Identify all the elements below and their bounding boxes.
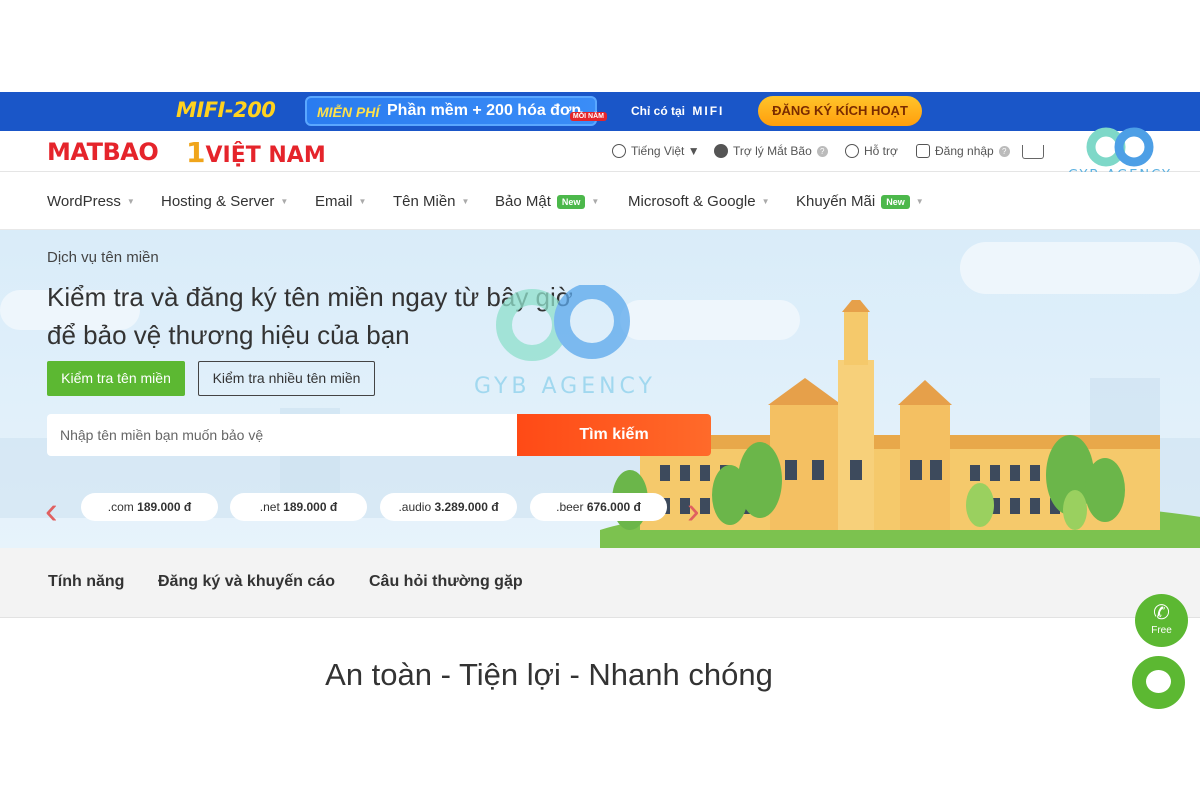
main-nav: WordPress ▼ Hosting & Server ▼ Email ▼ Tên … [0, 172, 1200, 230]
language-selector[interactable]: Tiếng Việt ▼ [612, 144, 700, 158]
check-domain-button[interactable]: Kiểm tra tên miền [47, 361, 185, 396]
promo-banner[interactable]: MIFI-200 MIỄN PHÍ Phần mềm + 200 hóa đơn… [0, 92, 1200, 131]
nav-label: Khuyến Mãi [796, 193, 876, 210]
new-badge: New [881, 194, 910, 209]
nav-label: Tên Miền [393, 193, 456, 210]
domain-price: 189.000 đ [283, 500, 338, 514]
assistant-label: Trợ lý Mắt Bão [733, 144, 812, 158]
price-pill-com[interactable]: .com 189.000 đ [81, 493, 218, 521]
gyb-infinity-icon [1086, 127, 1154, 167]
nav-label: Microsoft & Google [628, 193, 756, 210]
help-icon: ? [816, 145, 828, 157]
chat-bubble-icon [1146, 670, 1171, 693]
top1-number: 1 [186, 136, 206, 169]
domain-ext: .audio [398, 500, 432, 514]
promo-only-brand: MIFI [692, 104, 725, 118]
nav-item-promotions[interactable]: Khuyến Mãi New ▼ [796, 193, 924, 210]
top1-vietnam-logo: 1VIỆT NAM [186, 136, 326, 169]
assistant-link[interactable]: Trợ lý Mắt Bão ? [714, 144, 828, 158]
promo-only-at: Chỉ có tại MIFI [631, 104, 724, 118]
login-link[interactable]: Đăng nhập ? [916, 144, 1010, 158]
nav-item-domain[interactable]: Tên Miền ▼ [393, 193, 469, 210]
language-label: Tiếng Việt ▼ [631, 144, 700, 158]
chat-button[interactable] [1132, 656, 1185, 709]
price-pill-net[interactable]: .net 189.000 đ [230, 493, 367, 521]
top-header: MATBAO 1VIỆT NAM Tiếng Việt ▼ Trợ lý Mắt… [0, 131, 1200, 172]
check-multiple-domains-button[interactable]: Kiểm tra nhiều tên miền [198, 361, 375, 396]
domain-ext: .net [259, 500, 280, 514]
nav-item-wordpress[interactable]: WordPress ▼ [47, 193, 135, 210]
chevron-down-icon: ▼ [358, 197, 367, 206]
user-icon [916, 144, 930, 158]
promo-activate-button[interactable]: ĐĂNG KÝ KÍCH HOẠT [758, 96, 922, 126]
page: MIFI-200 MIỄN PHÍ Phần mềm + 200 hóa đơn… [0, 0, 1200, 800]
feature-tabs: Tính năng Đăng ký và khuyến cáo Câu hỏi … [0, 548, 1200, 618]
call-free-label: Free [1151, 625, 1172, 636]
globe-icon [612, 144, 626, 158]
section-tagline: An toàn - Tiện lợi - Nhanh chóng [325, 657, 773, 692]
nav-item-security[interactable]: Bảo Mật New ▼ [495, 193, 599, 210]
new-badge: New [556, 194, 586, 209]
promo-offer: MIỄN PHÍ Phần mềm + 200 hóa đơn MỖI NĂM [305, 96, 607, 126]
domain-ext: .com [107, 500, 134, 514]
search-button[interactable]: Tìm kiếm [517, 414, 711, 456]
support-icon [845, 144, 859, 158]
tab-features[interactable]: Tính năng [48, 573, 124, 591]
nav-label: Email [315, 193, 353, 210]
nav-label: Hosting & Server [161, 193, 275, 210]
phone-icon: ✆ [1153, 602, 1170, 624]
chevron-left-icon[interactable]: ‹ [45, 490, 58, 533]
top1-text: VIỆT NAM [205, 143, 326, 168]
chevron-down-icon: ▼ [591, 197, 600, 206]
hero-section: Dịch vụ tên miền Kiểm tra và đăng ký tên… [0, 230, 1200, 548]
help-icon: ? [998, 145, 1010, 157]
promo-tag: MỖI NĂM [569, 112, 607, 121]
nav-item-email[interactable]: Email ▼ [315, 193, 366, 210]
support-label: Hỗ trợ [864, 144, 898, 158]
domain-price: 3.289.000 đ [434, 500, 499, 514]
domain-price: 676.000 đ [586, 500, 641, 514]
tab-registration[interactable]: Đăng ký và khuyến cáo [158, 573, 335, 591]
chevron-down-icon: ▼ [915, 197, 924, 206]
hero-eyebrow: Dịch vụ tên miền [47, 249, 159, 266]
chevron-down-icon: ▼ [461, 197, 470, 206]
support-link[interactable]: Hỗ trợ [845, 144, 898, 158]
domain-price: 189.000 đ [137, 500, 192, 514]
chevron-right-icon[interactable]: › [687, 490, 700, 533]
cloud-decoration [960, 242, 1200, 294]
tab-faq[interactable]: Câu hỏi thường gặp [369, 573, 523, 591]
cart-icon[interactable] [1022, 145, 1044, 159]
nav-item-hosting[interactable]: Hosting & Server ▼ [161, 193, 288, 210]
price-pill-audio[interactable]: .audio 3.289.000 đ [380, 493, 517, 521]
chevron-down-icon: ▼ [761, 197, 770, 206]
chevron-down-icon: ▼ [126, 197, 135, 206]
nav-item-microsoft-google[interactable]: Microsoft & Google ▼ [628, 193, 769, 210]
chrome-icon [714, 144, 728, 158]
promo-only-label: Chỉ có tại [631, 104, 686, 118]
mifi-logo: MIFI-200 [176, 98, 276, 122]
domain-search-input[interactable] [47, 414, 517, 456]
promo-offer-text: Phần mềm + 200 hóa đơn [387, 102, 582, 119]
matbao-logo[interactable]: MATBAO [47, 138, 159, 166]
chevron-down-icon: ▼ [280, 197, 289, 206]
price-pill-beer[interactable]: .beer 676.000 đ [530, 493, 667, 521]
hero-headline: Kiểm tra và đăng ký tên miền ngay từ bây… [47, 282, 573, 350]
nav-label: Bảo Mật [495, 193, 551, 210]
nav-label: WordPress [47, 193, 121, 210]
promo-free-label: MIỄN PHÍ [317, 104, 380, 120]
login-label: Đăng nhập [935, 144, 994, 158]
call-button[interactable]: ✆ Free [1135, 594, 1188, 647]
domain-ext: .beer [556, 500, 584, 514]
